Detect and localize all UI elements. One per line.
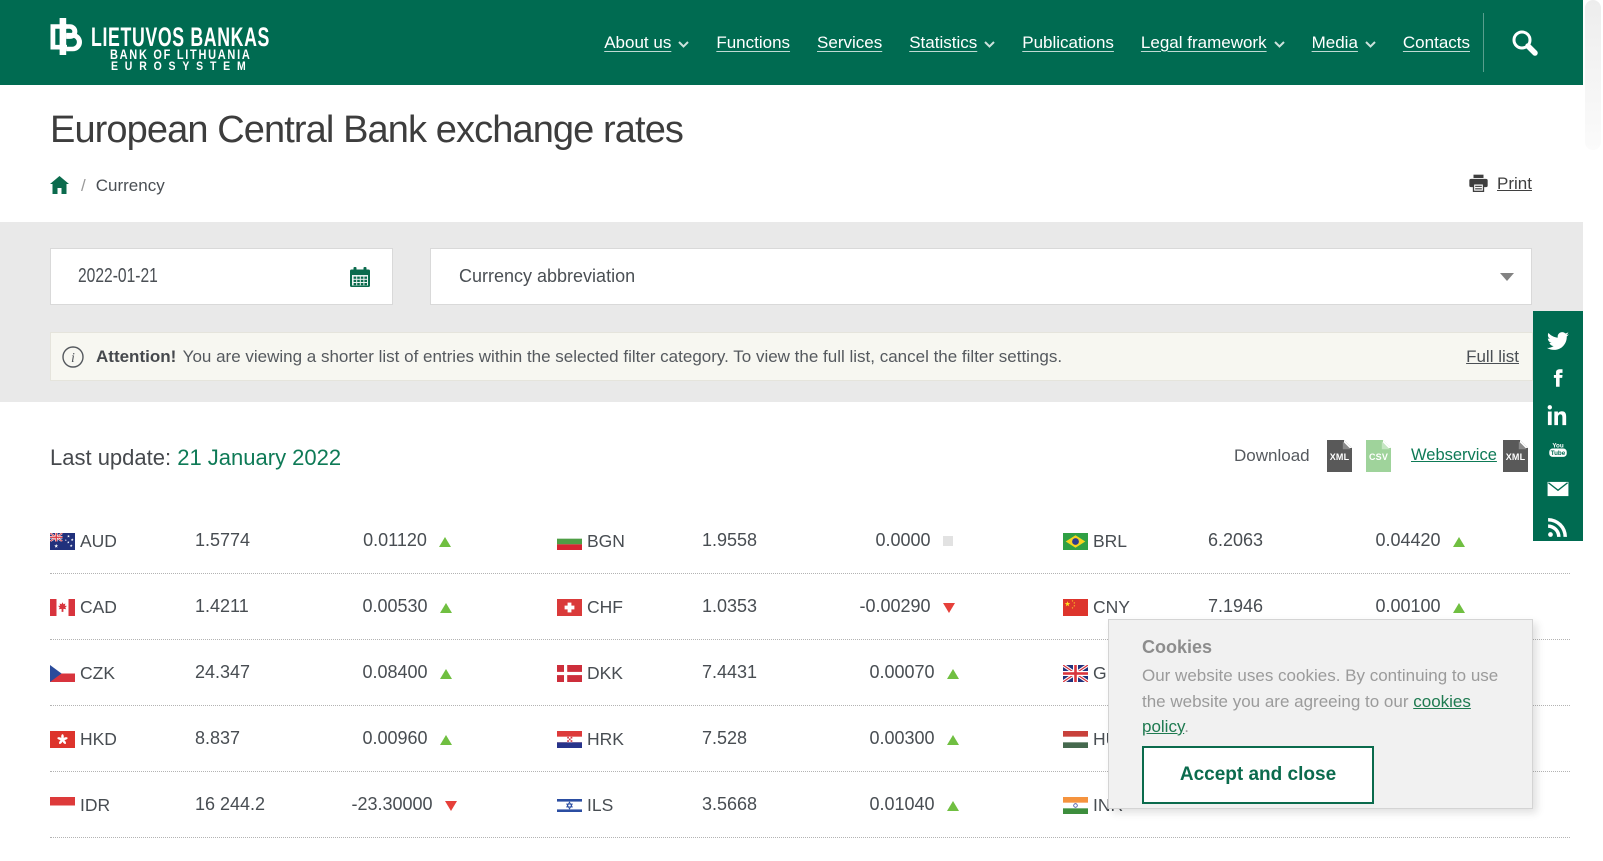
svg-text:i: i <box>71 351 75 366</box>
svg-text:You: You <box>1552 442 1564 449</box>
svg-text:Tube: Tube <box>1551 450 1566 457</box>
